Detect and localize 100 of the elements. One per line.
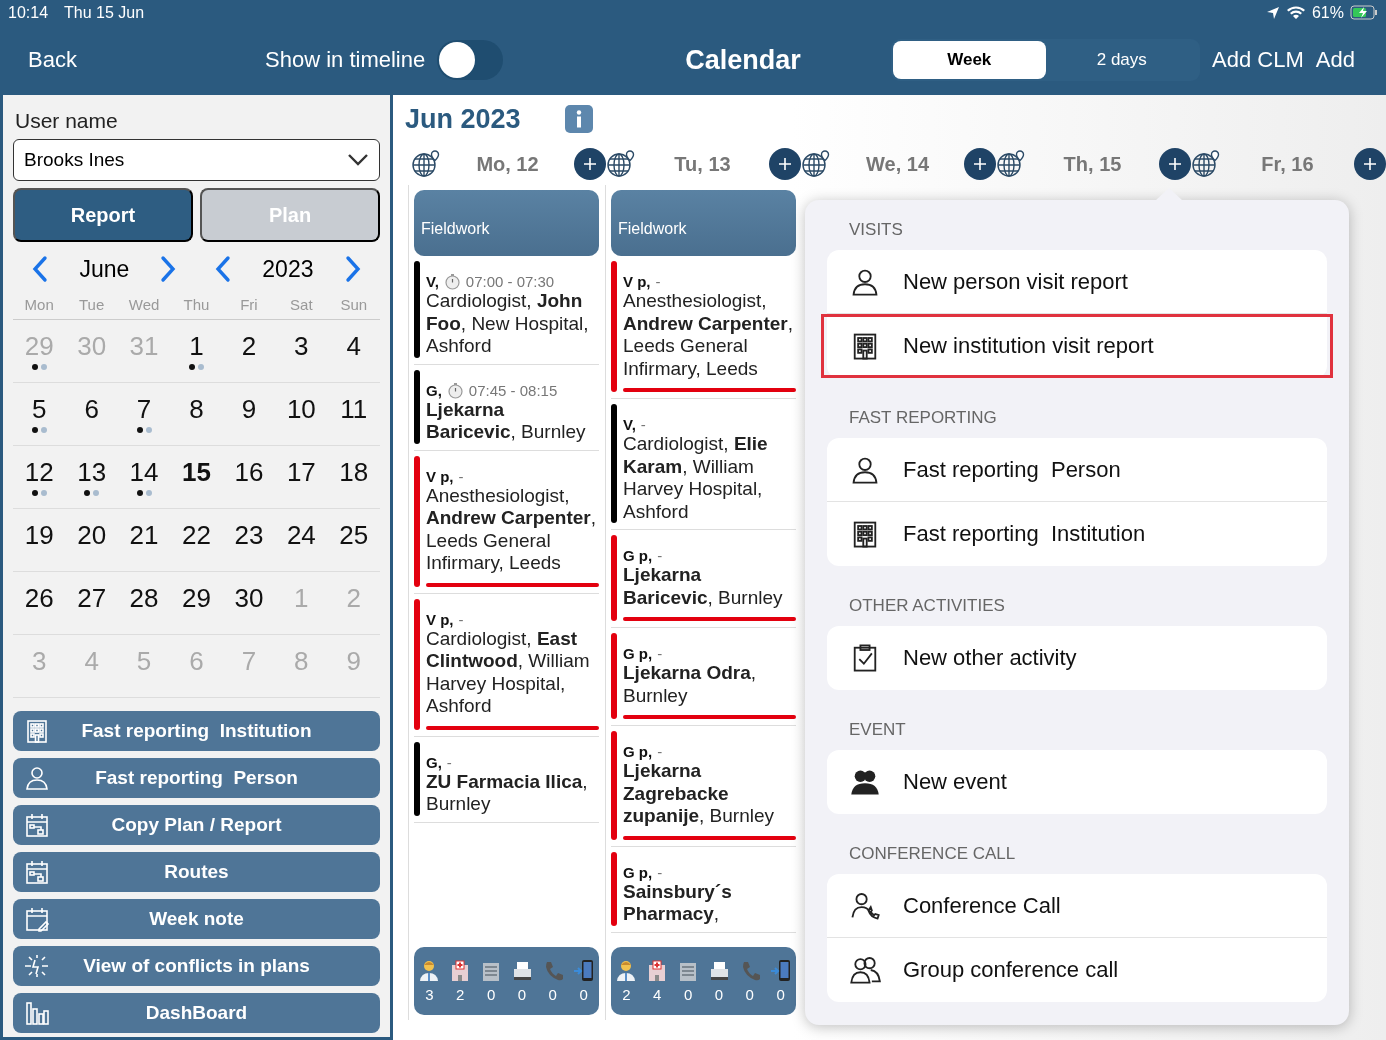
- chevron-right-icon[interactable]: [159, 255, 178, 283]
- visit-time: -: [657, 863, 663, 881]
- menu-item[interactable]: New person visit report: [827, 250, 1327, 314]
- add-icon[interactable]: [964, 148, 996, 180]
- calendar-day[interactable]: 24: [286, 519, 316, 551]
- calendar-day[interactable]: 15: [182, 456, 211, 488]
- menu-item[interactable]: Fast reporting Person: [827, 438, 1327, 502]
- visit-details[interactable]: Cardiologist, John Foo, New Hospital, Ashford: [426, 290, 599, 358]
- sidebar-button[interactable]: Week note: [13, 899, 380, 939]
- day-label[interactable]: Mo, 12: [476, 152, 539, 176]
- calendar-day[interactable]: 4: [346, 330, 361, 362]
- calendar-day[interactable]: 26: [24, 582, 54, 614]
- visit-details[interactable]: Anesthesiologist, Andrew Carpenter, Leeds General Infirmary, Leeds: [623, 290, 796, 380]
- timeline-toggle[interactable]: [437, 40, 504, 80]
- add-icon[interactable]: [1354, 148, 1386, 180]
- visit-details[interactable]: Ljekarna Zagrebacke zupanije, Burnley: [623, 760, 796, 828]
- chevron-left-icon[interactable]: [214, 255, 233, 283]
- calendar-day[interactable]: 10: [286, 393, 316, 425]
- globe-pin-icon[interactable]: [996, 149, 1026, 179]
- menu-item[interactable]: New event: [827, 750, 1327, 814]
- back-link[interactable]: Back: [28, 47, 77, 72]
- visit-details[interactable]: Cardiologist, Elie Karam, William Harvey Hospital, Ashford: [623, 433, 796, 523]
- fieldwork-banner[interactable]: Fieldwork: [611, 190, 796, 256]
- view-tab[interactable]: 2 days: [1045, 41, 1198, 79]
- calendar-day[interactable]: 3: [294, 330, 309, 362]
- calendar-day[interactable]: 20: [77, 519, 107, 551]
- menu-item[interactable]: New other activity: [827, 626, 1327, 690]
- globe-pin-icon[interactable]: [801, 149, 831, 179]
- mobile-phone-icon: [769, 959, 792, 982]
- section-title: OTHER ACTIVITIES: [848, 595, 1006, 617]
- sidebar-button[interactable]: View of conflicts in plans: [13, 946, 380, 986]
- visit-details[interactable]: Ljekarna Odra, Burnley: [623, 662, 796, 707]
- chevron-down-icon: [347, 153, 369, 167]
- mode-tab[interactable]: Report: [13, 188, 193, 242]
- sidebar-button[interactable]: DashBoard: [13, 993, 380, 1033]
- add-link[interactable]: Add CLM: [1212, 47, 1304, 73]
- day-label[interactable]: Th, 15: [1063, 152, 1122, 176]
- calendar-day[interactable]: 12: [24, 456, 54, 488]
- calendar-day[interactable]: 21: [129, 519, 159, 551]
- calendar-day[interactable]: 1: [189, 330, 204, 362]
- calendar-day[interactable]: 29: [182, 582, 211, 614]
- chevron-right-icon[interactable]: [343, 255, 362, 283]
- visit-time: 07:45 - 08:15: [468, 381, 558, 399]
- stat-count: 0: [683, 986, 693, 1003]
- weekday-label: Tue: [78, 296, 106, 313]
- globe-pin-icon[interactable]: [411, 149, 441, 179]
- add-icon[interactable]: [769, 148, 801, 180]
- menu-item[interactable]: New institution visit report: [821, 314, 1333, 378]
- visit-details[interactable]: Cardiologist, East Clintwood, William Harvey Hospital, Ashford: [426, 627, 599, 718]
- visit-details[interactable]: Ljekarna Baricevic, Burnley: [426, 398, 599, 444]
- sidebar-button[interactable]: Routes: [13, 852, 380, 892]
- day-label[interactable]: Tu, 13: [674, 152, 731, 176]
- sidebar-button[interactable]: Copy Plan / Report: [13, 805, 380, 845]
- calendar-day[interactable]: 23: [234, 519, 264, 551]
- sidebar-button[interactable]: Fast reporting Institution: [13, 711, 380, 751]
- visit-details[interactable]: Ljekarna Baricevic, Burnley: [623, 564, 796, 609]
- add-link[interactable]: Add: [1315, 47, 1355, 73]
- globe-pin-icon[interactable]: [1191, 149, 1221, 179]
- day-label[interactable]: We, 14: [866, 152, 929, 176]
- visit-details[interactable]: Anesthesiologist, Andrew Carpenter, Leeds General Infirmary, Leeds: [426, 484, 599, 575]
- calendar-day[interactable]: 11: [340, 393, 368, 425]
- calendar-day[interactable]: 22: [182, 519, 211, 551]
- calendar-day[interactable]: 16: [234, 456, 264, 488]
- view-tab[interactable]: Week: [893, 41, 1046, 79]
- menu-item[interactable]: Conference Call: [827, 874, 1327, 938]
- fieldwork-banner[interactable]: Fieldwork: [414, 190, 599, 256]
- month-title: Jun 2023: [405, 103, 521, 135]
- calendar-day[interactable]: 2: [241, 330, 257, 362]
- calendar-day[interactable]: 7: [136, 393, 152, 425]
- info-button[interactable]: [564, 105, 593, 133]
- menu-item[interactable]: Group conference call: [827, 938, 1327, 1002]
- visit-details[interactable]: Sainsbury´s Pharmacy,: [623, 880, 796, 926]
- user-select[interactable]: Brooks Ines: [13, 139, 380, 181]
- calendar-day[interactable]: 28: [129, 582, 159, 614]
- globe-pin-icon[interactable]: [606, 149, 636, 179]
- menu-item[interactable]: Fast reporting Institution: [827, 502, 1327, 566]
- stat-count: 3: [425, 986, 434, 1003]
- visit-code: G p,: [623, 645, 653, 662]
- calendar-day[interactable]: 27: [77, 582, 107, 614]
- calendar-day[interactable]: 8: [189, 393, 204, 425]
- calendar-day[interactable]: 5: [31, 393, 47, 425]
- add-icon[interactable]: [1159, 148, 1191, 180]
- calendar-day[interactable]: 6: [84, 393, 99, 425]
- calendar-day[interactable]: 19: [24, 519, 54, 551]
- calendar-day[interactable]: 9: [241, 393, 257, 425]
- weekday-label: Thu: [182, 296, 211, 313]
- stat-count: 0: [714, 986, 724, 1003]
- chevron-left-icon[interactable]: [31, 255, 50, 283]
- visit-time: -: [458, 610, 464, 628]
- day-label[interactable]: Fr, 16: [1261, 152, 1314, 176]
- calendar-day[interactable]: 14: [129, 456, 159, 488]
- visit-details[interactable]: ZU Farmacia Ilica, Burnley: [426, 770, 599, 816]
- calendar-day[interactable]: 17: [286, 456, 316, 488]
- bar-chart-icon: [23, 999, 51, 1027]
- calendar-day[interactable]: 30: [234, 582, 264, 614]
- calendar-day[interactable]: 25: [339, 519, 369, 551]
- add-icon[interactable]: [574, 148, 606, 180]
- calendar-day[interactable]: 13: [77, 456, 107, 488]
- sidebar-button[interactable]: Fast reporting Person: [13, 758, 380, 798]
- calendar-day[interactable]: 18: [339, 456, 369, 488]
